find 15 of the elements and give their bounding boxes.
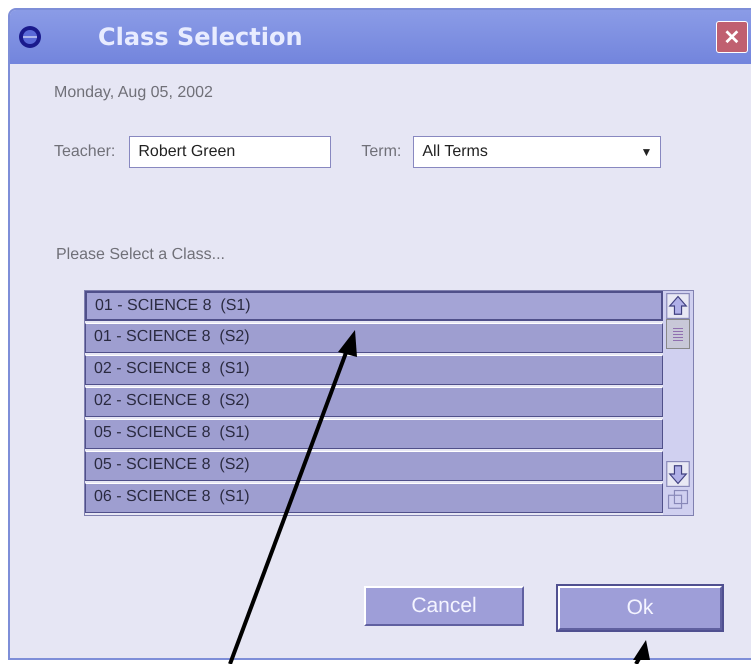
prompt-text: Please Select a Class... — [56, 246, 226, 264]
window-title: Class Selection — [98, 23, 303, 51]
class-list-item[interactable]: 05 - SCIENCE 8 (S1) — [85, 419, 663, 449]
close-button[interactable]: ✕ — [716, 21, 748, 53]
class-list-item[interactable]: 06 - SCIENCE 8 (S1) — [85, 483, 663, 513]
class-list-item[interactable]: 01 - SCIENCE 8 (S1) — [85, 291, 663, 321]
class-list-item[interactable]: 02 - SCIENCE 8 (S2) — [85, 387, 663, 417]
term-label: Term: — [361, 143, 402, 161]
class-list-item[interactable]: 05 - SCIENCE 8 (S2) — [85, 451, 663, 481]
class-list-item[interactable]: 02 - SCIENCE 8 (S1) — [85, 355, 663, 385]
date-label: Monday, Aug 05, 2002 — [54, 84, 214, 102]
term-dropdown[interactable]: All Terms ▼ — [413, 136, 662, 168]
class-list-item[interactable]: 01 - SCIENCE 8 (S2) — [85, 323, 663, 353]
teacher-label: Teacher: — [54, 143, 116, 161]
teacher-field[interactable]: Robert Green — [129, 136, 332, 168]
